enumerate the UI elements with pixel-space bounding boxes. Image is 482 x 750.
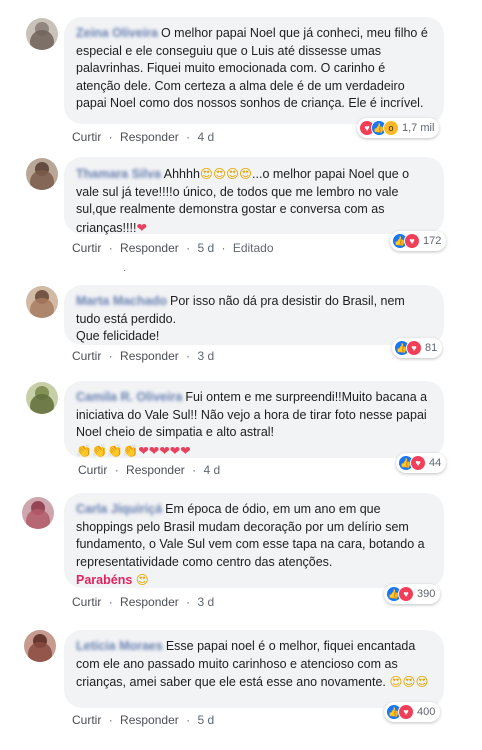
comment-bubble: Zeina Oliveira O melhor papai Noel que já…	[64, 17, 444, 124]
reaction-summary[interactable]: 👍 ♥ 44	[396, 453, 447, 473]
comment-actions: Curtir · Responder · 3 d	[72, 595, 214, 609]
love-icon: ♥	[410, 455, 426, 471]
avatar[interactable]	[26, 158, 58, 190]
comment-actions: Curtir · Responder · 4 d	[78, 463, 220, 477]
like-link[interactable]: Curtir	[72, 713, 101, 727]
avatar[interactable]	[26, 286, 58, 318]
comment-actions: Curtir · Responder · 4 d	[72, 130, 214, 144]
love-icon: ♥	[404, 233, 420, 249]
heart-eyes-emoji: 😍	[135, 572, 149, 587]
like-link[interactable]: Curtir	[72, 130, 101, 144]
comment-author[interactable]: Letícia Moraes	[76, 639, 163, 653]
reaction-count: 172	[423, 235, 442, 247]
avatar[interactable]	[22, 497, 54, 529]
comment-text-start: Ahhhh	[163, 167, 200, 181]
reaction-count: 390	[417, 588, 436, 600]
like-link[interactable]: Curtir	[78, 463, 107, 477]
comment-bubble: Carla Jiquiriçá Em época de ódio, em um a…	[64, 493, 444, 588]
reaction-summary[interactable]: 👍 ♥ 400	[384, 702, 441, 722]
comment-author[interactable]: Thamara Silva	[76, 167, 161, 181]
reaction-summary[interactable]: 👍 ♥ 81	[392, 338, 443, 358]
reaction-count: 400	[417, 706, 436, 718]
comment-author[interactable]: Carla Jiquiriçá	[76, 502, 162, 516]
heart-emoji: ❤	[136, 219, 147, 235]
timestamp[interactable]: 3 d	[197, 595, 214, 609]
love-icon: ♥	[398, 586, 414, 602]
reply-link[interactable]: Responder	[120, 241, 179, 255]
edited-label[interactable]: Editado	[233, 241, 274, 255]
timestamp[interactable]: 4 d	[203, 463, 220, 477]
comment-author[interactable]: Zeina Oliveira	[76, 26, 158, 40]
reaction-count: 44	[429, 457, 442, 469]
love-icon: ♥	[406, 340, 422, 356]
reaction-summary[interactable]: 👍 ♥ 172	[390, 231, 447, 251]
reply-link[interactable]: Responder	[120, 713, 179, 727]
reply-link[interactable]: Responder	[120, 130, 179, 144]
heart-emoji: ❤❤❤❤❤	[138, 442, 191, 458]
heart-eyes-emoji: 😍😍😍😍	[199, 166, 253, 181]
timestamp[interactable]: 3 d	[197, 349, 214, 363]
reply-link[interactable]: Responder	[126, 463, 185, 477]
reaction-summary[interactable]: ♥ 👍 o 1,7 mil	[357, 118, 440, 138]
separator-dot: ·	[108, 241, 113, 255]
avatar[interactable]	[26, 18, 58, 50]
separator-dot: ·	[123, 265, 127, 276]
avatar[interactable]	[26, 382, 58, 414]
comment-bubble: Letícia Moraes Esse papai noel é o melhor…	[64, 630, 444, 708]
reaction-count: 1,7 mil	[402, 122, 435, 134]
separator-dot: ·	[108, 595, 113, 609]
comment-actions: Curtir · Responder · 3 d	[72, 349, 214, 363]
comment-actions: Curtir · Responder · 5 d · Editado	[72, 241, 274, 255]
reply-link[interactable]: Responder	[120, 349, 179, 363]
heart-eyes-emoji: 😍😍😍	[389, 674, 429, 689]
separator-dot: ·	[114, 463, 119, 477]
wow-icon: o	[383, 120, 399, 136]
comment-author[interactable]: Marta Machado	[76, 294, 167, 308]
separator-dot: ·	[186, 130, 191, 144]
separator-dot: ·	[108, 713, 113, 727]
reaction-count: 81	[425, 342, 438, 354]
separator-dot: ·	[192, 463, 197, 477]
avatar[interactable]	[24, 630, 56, 662]
comment-bubble: Thamara Silva Ahhhh😍😍😍😍...o melhor papai …	[64, 157, 444, 235]
comment-author[interactable]: Camila R. Oliveira	[76, 390, 182, 404]
comment-actions: Curtir · Responder · 5 d	[72, 713, 214, 727]
timestamp[interactable]: 5 d	[197, 713, 214, 727]
separator-dot: ·	[186, 349, 191, 363]
separator-dot: ·	[186, 241, 191, 255]
love-icon: ♥	[398, 704, 414, 720]
separator-dot: ·	[221, 241, 226, 255]
like-link[interactable]: Curtir	[72, 595, 101, 609]
like-link[interactable]: Curtir	[72, 241, 101, 255]
clapping-emoji: 👏👏👏👏	[76, 442, 139, 458]
separator-dot: ·	[108, 130, 113, 144]
comment-bubble: Camila R. Oliveira Fui ontem e me surpree…	[64, 381, 444, 458]
highlighted-word: Parabéns	[76, 573, 133, 587]
comment-bubble: Marta Machado Por isso não dá pra desisti…	[64, 285, 444, 345]
like-link[interactable]: Curtir	[72, 349, 101, 363]
separator-dot: ·	[108, 349, 113, 363]
separator-dot: ·	[186, 713, 191, 727]
timestamp[interactable]: 5 d	[197, 241, 214, 255]
separator-dot: ·	[186, 595, 191, 609]
reaction-summary[interactable]: 👍 ♥ 390	[384, 584, 441, 604]
timestamp[interactable]: 4 d	[197, 130, 214, 144]
reply-link[interactable]: Responder	[120, 595, 179, 609]
